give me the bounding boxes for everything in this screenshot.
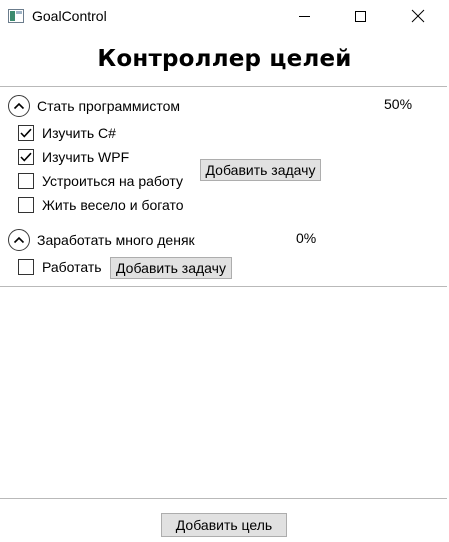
window-title: GoalControl <box>32 8 107 24</box>
goal-progress: 50% <box>384 96 413 112</box>
task-label: Устроиться на работу <box>42 173 183 189</box>
task-checkbox[interactable] <box>18 197 34 213</box>
expander-toggle[interactable] <box>8 229 30 251</box>
add-task-button[interactable]: Добавить задачу <box>200 159 321 181</box>
minimize-icon <box>298 15 310 17</box>
task-checkbox[interactable] <box>18 173 34 189</box>
page-title: Контроллер целей <box>97 46 352 72</box>
goal-name: Стать программистом <box>37 98 181 114</box>
maximize-icon <box>354 10 366 22</box>
task-checkbox[interactable] <box>18 149 34 165</box>
app-icon <box>8 9 24 23</box>
goal-progress: 0% <box>296 230 317 246</box>
task-item[interactable]: Устроиться на работу <box>18 171 183 191</box>
task-item[interactable]: Изучить WPF <box>18 147 129 167</box>
goal-header[interactable]: Заработать много деняк <box>8 228 195 252</box>
chevron-up-icon <box>13 236 25 244</box>
expander-toggle[interactable] <box>8 95 30 117</box>
divider <box>0 286 447 287</box>
task-checkbox[interactable] <box>18 259 34 275</box>
maximize-button[interactable] <box>337 0 383 32</box>
close-button[interactable] <box>395 0 441 32</box>
task-item[interactable]: Жить весело и богато <box>18 195 184 215</box>
task-label: Изучить WPF <box>42 149 130 165</box>
divider <box>0 86 447 87</box>
task-item[interactable]: Работать <box>18 257 102 277</box>
goal-header[interactable]: Стать программистом <box>8 94 180 118</box>
minimize-button[interactable] <box>281 0 327 32</box>
task-label: Работать <box>42 259 102 275</box>
add-goal-button[interactable]: Добавить цель <box>161 513 287 537</box>
checkmark-icon <box>20 128 32 138</box>
task-label: Изучить C# <box>42 125 116 141</box>
add-task-button[interactable]: Добавить задачу <box>110 257 232 279</box>
task-label: Жить весело и богато <box>42 197 184 213</box>
task-item[interactable]: Изучить C# <box>18 123 116 143</box>
checkmark-icon <box>20 152 32 162</box>
chevron-up-icon <box>13 102 25 110</box>
divider <box>0 498 447 499</box>
goal-name: Заработать много деняк <box>37 232 195 248</box>
title-bar[interactable]: GoalControl <box>0 0 449 32</box>
close-icon <box>411 9 425 23</box>
task-checkbox[interactable] <box>18 125 34 141</box>
